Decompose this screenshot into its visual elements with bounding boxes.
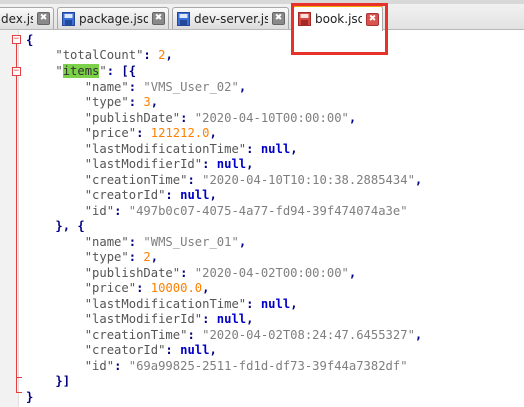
json-number: 121212.0: [150, 126, 210, 140]
code-line: "publishDate": "2020-04-02T00:00:00",: [84, 266, 357, 280]
json-null: null: [216, 157, 247, 171]
fold-end-marker: [16, 377, 22, 378]
json-null: null: [180, 188, 210, 202]
code-line: "price": 10000.0,: [84, 281, 210, 295]
selected-text: items: [62, 64, 100, 78]
json-null: null: [216, 312, 247, 326]
tab-package-json[interactable]: package.json ✖: [57, 7, 169, 29]
json-string: "497b0c07-4075-4a77-fd94-39f474074a3e": [128, 204, 408, 218]
fold-guide: [16, 76, 17, 392]
code-line: "type": 2,: [84, 250, 159, 264]
code-line: "creationTime": "2020-04-10T10:10:38.288…: [84, 173, 423, 187]
code-line: "lastModificationTime": null,: [84, 297, 298, 311]
close-icon[interactable]: ✖: [152, 12, 165, 25]
close-icon[interactable]: ✖: [37, 12, 50, 25]
json-key: "totalCount": [55, 48, 144, 62]
tab-index-js[interactable]: dex.js ✖: [0, 7, 54, 29]
code-line: "lastModificationTime": null,: [84, 142, 298, 156]
toolbar-strip: [0, 0, 524, 4]
tab-bar: dex.js ✖ package.json ✖ dev-server.js ✖: [0, 0, 524, 31]
code-line: "publishDate": "2020-04-10T00:00:00",: [84, 111, 357, 125]
json-number: 3: [143, 95, 151, 109]
file-icon: [298, 12, 311, 26]
code-line: "name": "VMS_User_02",: [84, 80, 247, 94]
code-line: "lastModifierId": null,: [84, 157, 254, 171]
code-line: }]: [55, 374, 71, 388]
tab-label: dev-server.js: [194, 11, 268, 26]
code-line: "price": 121212.0,: [84, 126, 217, 140]
fold-toggle-icon[interactable]: −: [12, 35, 21, 44]
code-line: "creationTime": "2020-04-02T08:24:47.645…: [84, 328, 423, 342]
code-line: }, {: [55, 219, 85, 233]
tab-label: package.json: [79, 11, 148, 26]
code-editor[interactable]: − − { "totalCount": 2, "items": [{ "name…: [0, 30, 524, 407]
editor-window: dex.js ✖ package.json ✖ dev-server.js ✖: [0, 0, 524, 407]
fold-end-marker: [16, 392, 22, 393]
tab-book-json[interactable]: book.json ✖: [293, 5, 383, 31]
fold-toggle-icon[interactable]: −: [12, 67, 21, 76]
code-line: "id": "497b0c07-4075-4a77-fd94-39f474074…: [84, 204, 408, 218]
code-line: "items": [{: [55, 64, 137, 78]
code-line: "creatorId": null,: [84, 188, 217, 202]
code-line: "creatorId": null,: [84, 343, 217, 357]
code-line: {: [26, 33, 34, 47]
json-string: "2020-04-10T10:10:38.2885434": [202, 173, 415, 187]
close-icon[interactable]: ✖: [272, 12, 285, 25]
json-null: null: [180, 343, 210, 357]
code-line: "lastModifierId": null,: [84, 312, 254, 326]
json-string: "2020-04-10T00:00:00": [194, 111, 349, 125]
json-string: "VMS_User_02": [143, 80, 239, 94]
json-number: 2: [143, 250, 151, 264]
fold-margin: − −: [0, 30, 22, 407]
json-null: null: [260, 297, 291, 311]
tab-label: book.json: [315, 12, 362, 26]
code-line: "id": "69a99825-2511-fd1d-df73-39f44a738…: [84, 359, 408, 373]
json-string: "2020-04-02T08:24:47.6455327": [202, 328, 415, 342]
close-icon[interactable]: ✖: [366, 12, 379, 26]
tab-dev-server-js[interactable]: dev-server.js ✖: [172, 7, 289, 29]
json-number: 10000.0: [150, 281, 203, 295]
file-icon: [62, 11, 75, 26]
tab-label: dex.js: [1, 11, 33, 26]
code-line: "type": 3,: [84, 95, 159, 109]
json-string: "69a99825-2511-fd1d-df73-39f44a7382df": [128, 359, 408, 373]
json-null: null: [260, 142, 291, 156]
file-icon: [177, 11, 190, 26]
code-line: }: [26, 390, 34, 404]
json-string: "WMS_User_01": [143, 235, 239, 249]
code-line: "name": "WMS_User_01",: [84, 235, 247, 249]
json-string: "2020-04-02T00:00:00": [194, 266, 349, 280]
code-line: "totalCount": 2,: [55, 48, 173, 62]
